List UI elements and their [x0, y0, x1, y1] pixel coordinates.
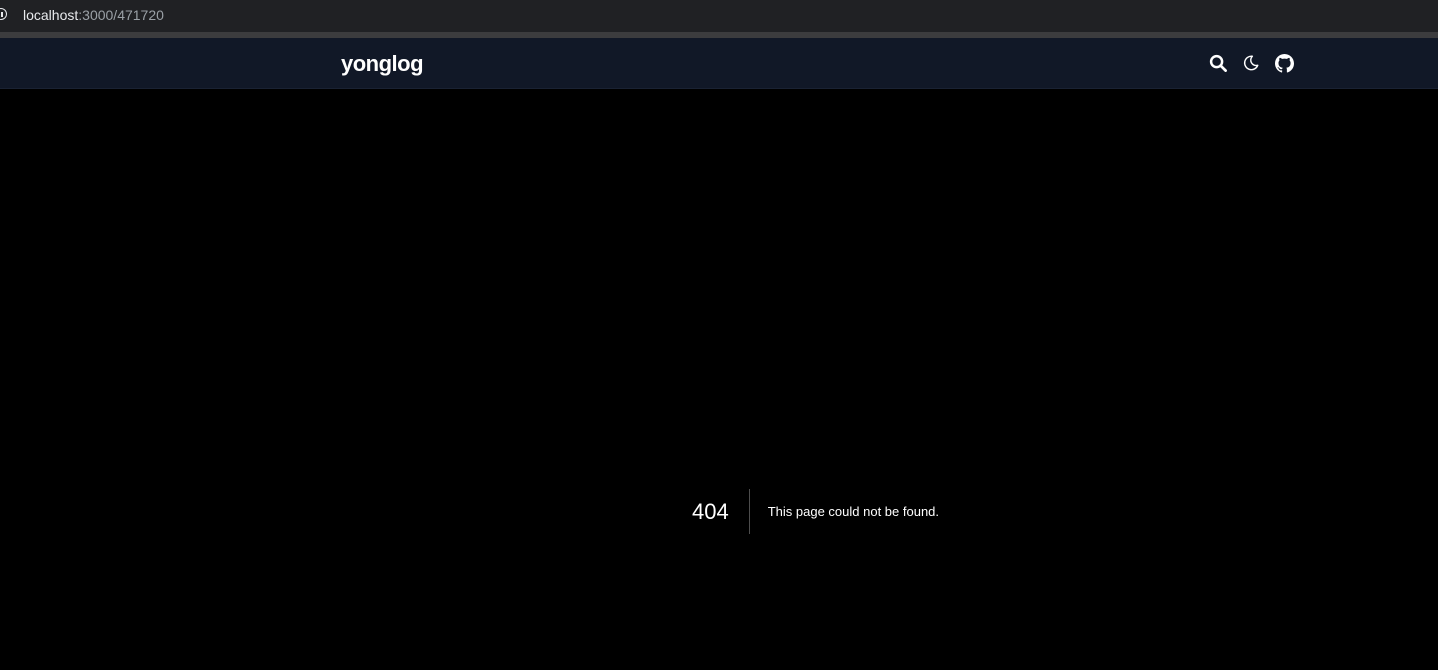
search-icon	[1209, 54, 1227, 72]
search-button[interactable]	[1208, 53, 1228, 73]
github-link[interactable]	[1274, 53, 1294, 73]
not-found-message: 404 This page could not be found.	[692, 489, 939, 534]
url-path: :3000/471720	[78, 7, 164, 23]
error-code: 404	[692, 489, 750, 534]
site-logo-link[interactable]: yonglog	[341, 51, 424, 77]
site-header: yonglog	[0, 38, 1438, 89]
error-message: This page could not be found.	[767, 504, 940, 519]
moon-icon	[1243, 55, 1259, 71]
site-info-icon[interactable]	[0, 8, 7, 20]
url-field[interactable]: localhost:3000/471720	[23, 7, 164, 24]
url-host: localhost	[23, 7, 79, 23]
browser-address-bar: localhost:3000/471720	[0, 0, 1438, 32]
github-icon	[1274, 53, 1294, 73]
theme-toggle-button[interactable]	[1241, 53, 1261, 73]
